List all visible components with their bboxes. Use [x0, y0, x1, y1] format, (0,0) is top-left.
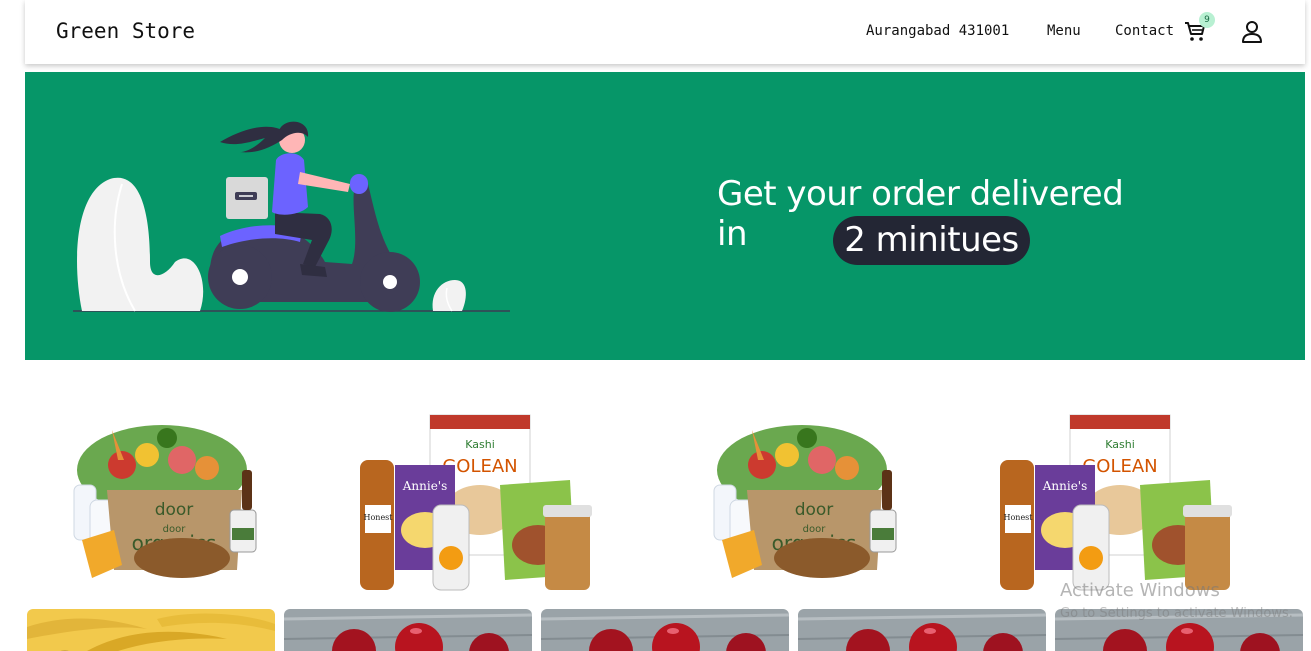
cart-count-badge: 9	[1199, 12, 1215, 28]
hero-banner: Get your order delivered in 2 minitues	[25, 72, 1305, 360]
brand-honest: Honest	[1004, 513, 1034, 522]
delivery-scooter-illustration	[73, 121, 510, 312]
packaged-food-banner[interactable]: Kashi GOLEAN Annie's Honest	[995, 410, 1247, 600]
brand-kashi: Kashi	[1105, 438, 1135, 451]
windows-activation-watermark: Activate Windows	[1060, 580, 1220, 601]
brand-logo[interactable]: Green Store	[56, 19, 195, 43]
contact-link[interactable]: Contact	[1115, 23, 1174, 39]
delivery-time-badge: 2 minitues	[833, 216, 1030, 265]
brand-annies: Annie's	[402, 479, 448, 493]
navbar: Green Store Aurangabad 431001 Menu Conta…	[25, 0, 1305, 64]
packaged-food-banner[interactable]: Kashi GOLEAN Annie's Honest	[355, 410, 607, 600]
brand-kashi: Kashi	[465, 438, 495, 451]
grocery-box-banner[interactable]: door door organics	[692, 410, 914, 585]
menu-link[interactable]: Menu	[1047, 23, 1081, 39]
brand-annies: Annie's	[1042, 479, 1088, 493]
brand-honest: Honest	[364, 513, 394, 522]
box-text-door: door	[795, 500, 834, 520]
product-card-apples[interactable]	[284, 609, 532, 651]
user-icon[interactable]	[1241, 20, 1263, 44]
box-text-door: door	[155, 500, 194, 520]
product-card-apples[interactable]	[541, 609, 789, 651]
grocery-box-banner[interactable]: door door organics	[52, 410, 274, 585]
product-card-bananas[interactable]	[27, 609, 275, 651]
windows-activation-subtitle: Go to Settings to activate Windows.	[1060, 606, 1293, 621]
product-card-apples[interactable]	[798, 609, 1046, 651]
location-link[interactable]: Aurangabad 431001	[866, 23, 1009, 39]
